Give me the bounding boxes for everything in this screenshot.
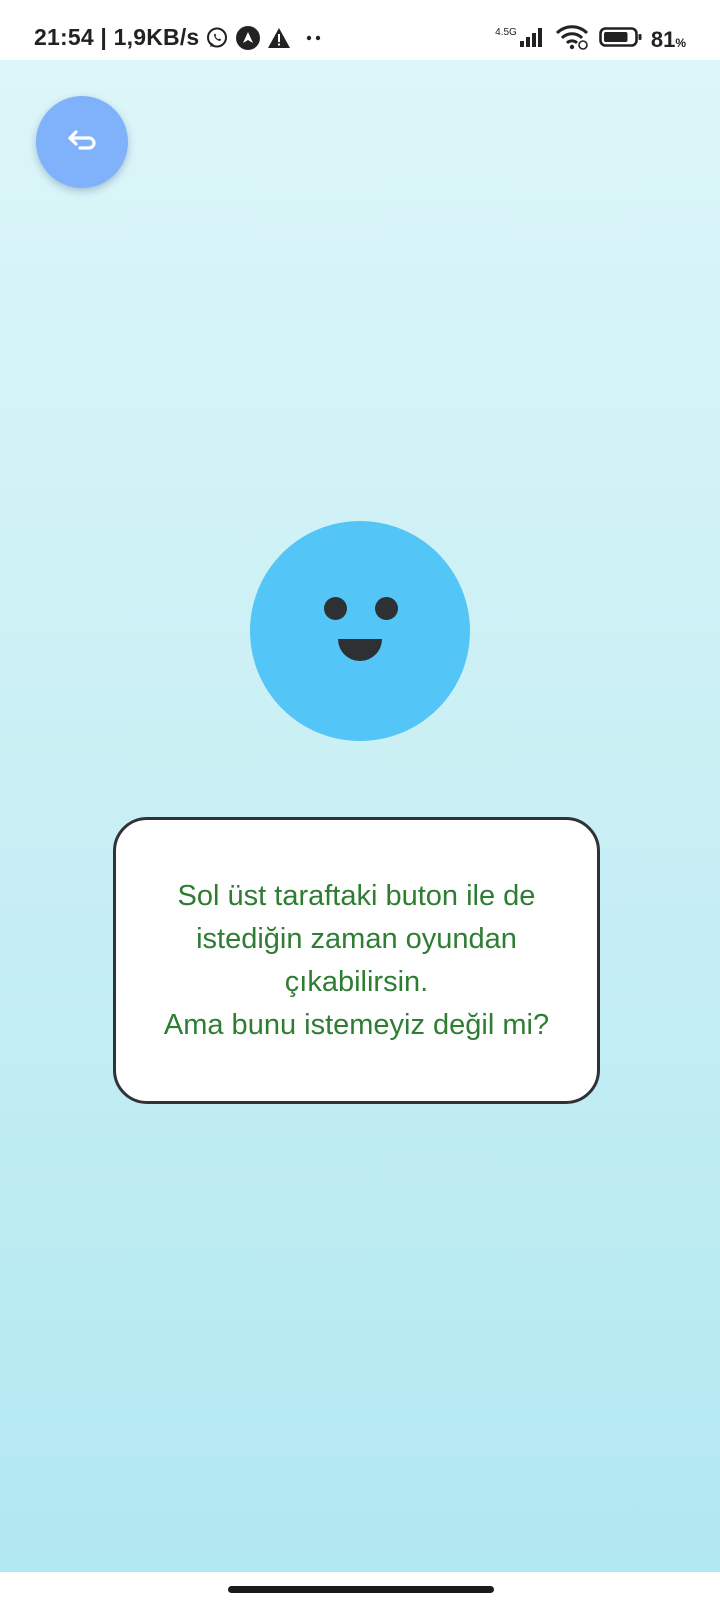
network-type: 4.5G — [495, 27, 517, 38]
smile-mouth — [338, 639, 382, 661]
time-and-speed: 21:54 | 1,9KB/s — [34, 24, 200, 50]
back-button[interactable] — [36, 96, 128, 188]
app-screen: Sol üst taraftaki buton ile de istediğin… — [0, 60, 720, 1572]
wifi-icon — [555, 24, 589, 56]
smiley-mascot — [250, 521, 470, 741]
message-card: Sol üst taraftaki buton ile de istediğin… — [113, 817, 600, 1104]
status-bar-left: 21:54 | 1,9KB/s — [34, 24, 323, 51]
whatsapp-icon — [205, 26, 229, 50]
signal-icon — [519, 26, 545, 54]
return-arrow-icon — [67, 129, 97, 156]
message-text: Sol üst taraftaki buton ile de istediğin… — [146, 875, 567, 1047]
battery-percentage: 81% — [650, 27, 686, 52]
warning-icon — [267, 27, 291, 49]
navigation-icon — [235, 25, 261, 51]
message-line-2: Ama bunu istemeyiz değil mi? — [163, 1008, 550, 1041]
right-eye — [375, 597, 398, 620]
status-bar-right: 4.5G 81% — [495, 24, 686, 56]
message-line-1: Sol üst taraftaki buton ile de istediğin… — [177, 879, 536, 998]
battery-icon — [599, 26, 643, 54]
status-bar: 21:54 | 1,9KB/s 4.5G 81% — [0, 0, 720, 60]
navigation-bar — [0, 1572, 720, 1600]
left-eye — [324, 597, 347, 620]
more-dots-icon — [305, 34, 323, 42]
home-indicator[interactable] — [228, 1586, 494, 1593]
